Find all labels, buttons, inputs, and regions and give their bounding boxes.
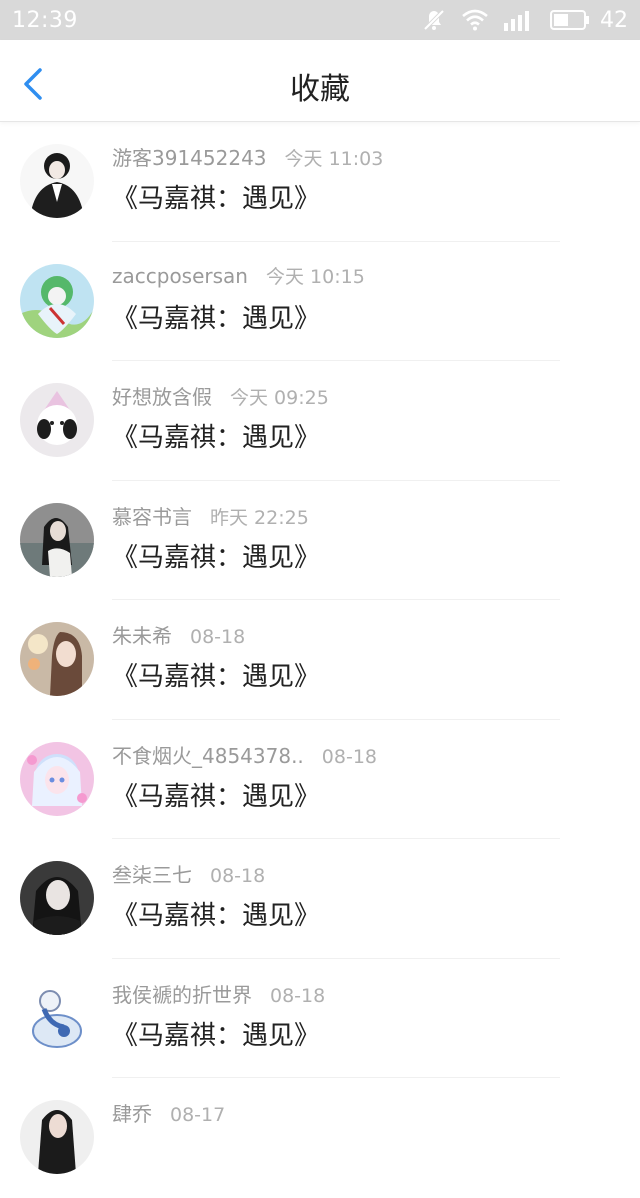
username: 游客391452243 xyxy=(112,146,267,170)
mute-icon xyxy=(422,8,446,32)
avatar[interactable] xyxy=(20,622,94,696)
list-item[interactable]: 叁柒三七 08-18 《马嘉祺：遇见》 xyxy=(0,839,640,959)
avatar[interactable] xyxy=(20,861,94,935)
list-item[interactable]: zaccposersan 今天 10:15 《马嘉祺：遇见》 xyxy=(0,242,640,361)
timestamp: 08-17 xyxy=(170,1104,226,1126)
book-title[interactable]: 《马嘉祺：遇见》 xyxy=(112,537,320,574)
timestamp: 今天 10:15 xyxy=(265,265,365,288)
book-title[interactable]: 《马嘉祺：遇见》 xyxy=(112,1015,320,1052)
book-title[interactable]: 《马嘉祺：遇见》 xyxy=(112,298,320,335)
timestamp: 08-18 xyxy=(190,626,246,648)
avatar[interactable] xyxy=(20,263,94,338)
timestamp: 今天 09:25 xyxy=(230,387,329,409)
timestamp: 08-18 xyxy=(270,984,326,1007)
battery-percent: 42 xyxy=(600,7,628,33)
book-title[interactable]: 《马嘉祺：遇见》 xyxy=(112,776,320,813)
timestamp: 08-18 xyxy=(321,745,378,768)
wifi-icon xyxy=(462,9,488,31)
list-item[interactable]: 不食烟火_4854378.. 08-18 《马嘉祺：遇见》 xyxy=(0,720,640,839)
username: 不食烟火_4854378.. xyxy=(112,743,304,768)
list-item[interactable]: 朱未希 08-18 《马嘉祺：遇见》 xyxy=(0,600,640,720)
avatar[interactable] xyxy=(20,980,94,1055)
username: 慕容书言 xyxy=(112,504,192,529)
avatar[interactable] xyxy=(20,502,94,577)
username: 我侯褫的折世界 xyxy=(112,982,252,1007)
status-time: 12:39 xyxy=(12,7,78,33)
book-title[interactable]: 《马嘉祺：遇见》 xyxy=(112,417,320,454)
username: 叁柒三七 xyxy=(112,863,192,887)
username: zaccposersan xyxy=(112,263,248,288)
avatar[interactable] xyxy=(20,383,94,457)
timestamp: 昨天 22:25 xyxy=(210,506,309,529)
username: 好想放含假 xyxy=(112,385,212,409)
favorites-list: 游客391452243 今天 11:03 《马嘉祺：遇见》 zaccposersa… xyxy=(0,122,640,1198)
list-item[interactable]: 我侯褫的折世界 08-18 《马嘉祺：遇见》 xyxy=(0,959,640,1078)
nav-bar: 收藏 xyxy=(0,40,640,122)
status-icons: 42 xyxy=(422,8,628,33)
avatar[interactable] xyxy=(20,1100,94,1174)
book-title[interactable]: 《马嘉祺：遇见》 xyxy=(112,895,320,932)
username: 肆乔 xyxy=(112,1102,152,1126)
battery-icon xyxy=(550,10,590,30)
list-item[interactable]: 好想放含假 今天 09:25 《马嘉祺：遇见》 xyxy=(0,361,640,481)
status-bar: 12:39 42 xyxy=(0,0,640,40)
timestamp: 今天 11:03 xyxy=(284,148,384,170)
page-title: 收藏 xyxy=(290,72,350,107)
avatar[interactable] xyxy=(20,741,94,816)
book-title[interactable]: 《马嘉祺：遇见》 xyxy=(112,656,320,693)
list-item[interactable]: 游客391452243 今天 11:03 《马嘉祺：遇见》 xyxy=(0,122,640,242)
signal-icon xyxy=(504,9,534,31)
timestamp: 08-18 xyxy=(210,865,266,887)
username: 朱未希 xyxy=(112,624,172,648)
list-item[interactable]: 慕容书言 昨天 22:25 《马嘉祺：遇见》 xyxy=(0,481,640,600)
avatar[interactable] xyxy=(20,144,94,218)
book-title[interactable]: 《马嘉祺：遇见》 xyxy=(112,178,320,215)
